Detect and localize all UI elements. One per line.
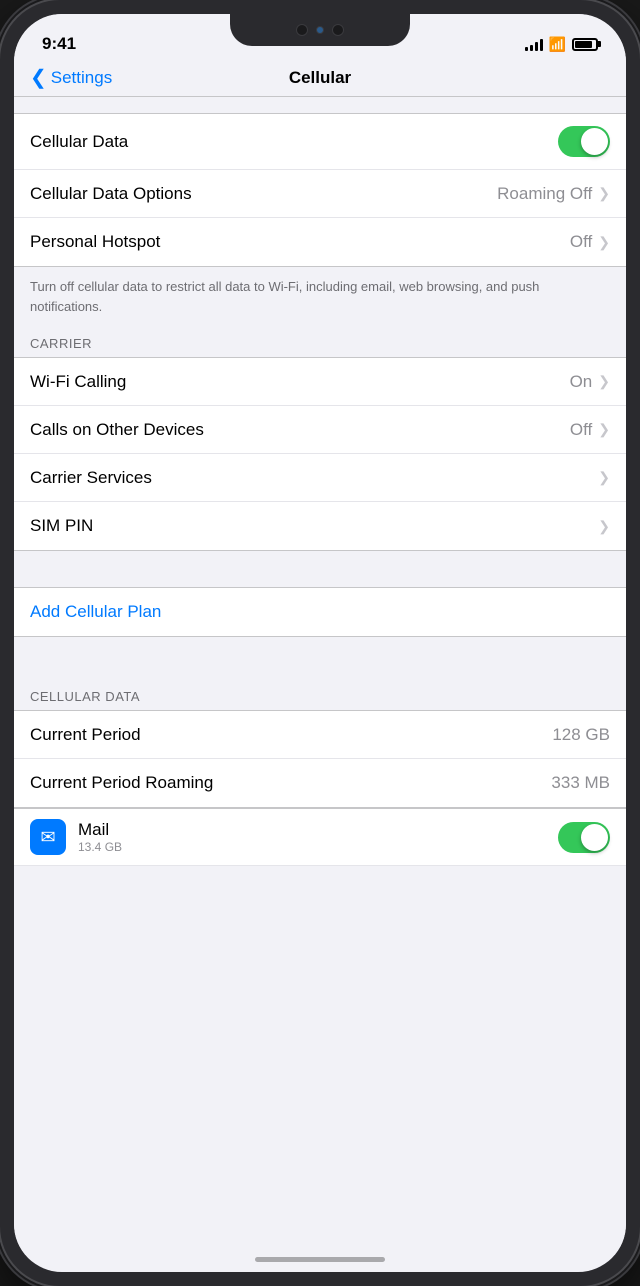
spacer-2 <box>14 637 626 681</box>
chevron-right-icon-5: ❯ <box>598 469 610 486</box>
carrier-section-header: CARRIER <box>14 328 626 357</box>
phone-screen: 9:41 📶 ❮ <box>14 14 626 1272</box>
calls-other-devices-label: Calls on Other Devices <box>30 420 204 440</box>
status-time: 9:41 <box>42 34 76 54</box>
sim-pin-row[interactable]: SIM PIN ❯ <box>14 502 626 550</box>
settings-group-3: Current Period 128 GB Current Period Roa… <box>14 710 626 808</box>
back-chevron-icon: ❮ <box>30 68 47 88</box>
mail-toggle[interactable] <box>558 822 610 853</box>
personal-hotspot-right: Off ❯ <box>570 232 610 252</box>
calls-other-devices-right: Off ❯ <box>570 420 610 440</box>
notch-sensor <box>316 26 324 34</box>
personal-hotspot-value: Off <box>570 232 592 252</box>
carrier-services-right: ❯ <box>598 469 610 486</box>
signal-bar-1 <box>525 47 528 51</box>
top-spacer <box>14 97 626 113</box>
mail-app-icon: ✉ <box>30 819 66 855</box>
spacer-1 <box>14 551 626 587</box>
carrier-services-label: Carrier Services <box>30 468 152 488</box>
status-bar: 9:41 📶 <box>14 14 626 62</box>
battery-icon <box>572 38 598 51</box>
content-area: Cellular Data Cellular Data Options Roam… <box>14 97 626 1255</box>
current-period-roaming-row: Current Period Roaming 333 MB <box>14 759 626 807</box>
status-icons: 📶 <box>525 36 598 53</box>
add-cellular-plan-row[interactable]: Add Cellular Plan <box>14 588 626 636</box>
cellular-data-options-label: Cellular Data Options <box>30 184 192 204</box>
personal-hotspot-row[interactable]: Personal Hotspot Off ❯ <box>14 218 626 266</box>
calls-other-devices-value: Off <box>570 420 592 440</box>
sim-pin-label: SIM PIN <box>30 516 93 536</box>
current-period-label: Current Period <box>30 725 141 745</box>
current-period-row: Current Period 128 GB <box>14 711 626 759</box>
battery-fill <box>575 41 592 48</box>
current-period-value: 128 GB <box>552 725 610 745</box>
back-label: Settings <box>51 68 112 88</box>
calls-other-devices-row[interactable]: Calls on Other Devices Off ❯ <box>14 406 626 454</box>
personal-hotspot-label: Personal Hotspot <box>30 232 160 252</box>
wifi-icon: 📶 <box>549 36 566 53</box>
wifi-calling-right: On ❯ <box>570 372 610 392</box>
chevron-right-icon-4: ❯ <box>598 421 610 438</box>
chevron-right-icon-2: ❯ <box>598 234 610 251</box>
mail-left: ✉ Mail 13.4 GB <box>30 819 122 855</box>
cellular-data-label: Cellular Data <box>30 132 128 152</box>
cellular-data-section-header: CELLULAR DATA <box>14 681 626 710</box>
carrier-services-row[interactable]: Carrier Services ❯ <box>14 454 626 502</box>
signal-bar-2 <box>530 45 533 51</box>
cellular-data-options-row[interactable]: Cellular Data Options Roaming Off ❯ <box>14 170 626 218</box>
back-button[interactable]: ❮ Settings <box>30 68 112 88</box>
mail-app-name: Mail <box>78 820 122 840</box>
signal-bar-4 <box>540 39 543 51</box>
mail-app-size: 13.4 GB <box>78 840 122 854</box>
info-text-block: Turn off cellular data to restrict all d… <box>14 267 626 328</box>
toggle-knob <box>581 128 608 155</box>
wifi-calling-label: Wi-Fi Calling <box>30 372 126 392</box>
settings-group-2: Wi-Fi Calling On ❯ Calls on Other Device… <box>14 357 626 551</box>
mail-app-row[interactable]: ✉ Mail 13.4 GB <box>14 808 626 866</box>
cellular-data-options-value: Roaming Off <box>497 184 592 204</box>
settings-group-1: Cellular Data Cellular Data Options Roam… <box>14 113 626 267</box>
info-text: Turn off cellular data to restrict all d… <box>30 277 610 316</box>
phone-frame: 9:41 📶 ❮ <box>0 0 640 1286</box>
mail-toggle-knob <box>581 824 608 851</box>
cellular-data-options-right: Roaming Off ❯ <box>497 184 610 204</box>
mail-envelope-icon: ✉ <box>40 827 55 848</box>
notch-camera <box>296 24 308 36</box>
wifi-calling-row[interactable]: Wi-Fi Calling On ❯ <box>14 358 626 406</box>
notch <box>230 14 410 46</box>
chevron-right-icon-3: ❯ <box>598 373 610 390</box>
add-cellular-plan-label: Add Cellular Plan <box>30 602 161 622</box>
chevron-right-icon: ❯ <box>598 185 610 202</box>
page-title: Cellular <box>289 68 351 88</box>
notch-speaker <box>332 24 344 36</box>
signal-bars-icon <box>525 37 543 51</box>
nav-bar: ❮ Settings Cellular <box>14 62 626 97</box>
wifi-calling-value: On <box>570 372 593 392</box>
chevron-right-icon-6: ❯ <box>598 518 610 535</box>
mail-info: Mail 13.4 GB <box>78 820 122 854</box>
cellular-data-row[interactable]: Cellular Data <box>14 114 626 170</box>
home-indicator <box>255 1257 385 1262</box>
add-plan-group: Add Cellular Plan <box>14 587 626 637</box>
current-period-roaming-value: 333 MB <box>551 773 610 793</box>
cellular-data-toggle[interactable] <box>558 126 610 157</box>
current-period-roaming-label: Current Period Roaming <box>30 773 213 793</box>
signal-bar-3 <box>535 42 538 51</box>
sim-pin-right: ❯ <box>598 518 610 535</box>
